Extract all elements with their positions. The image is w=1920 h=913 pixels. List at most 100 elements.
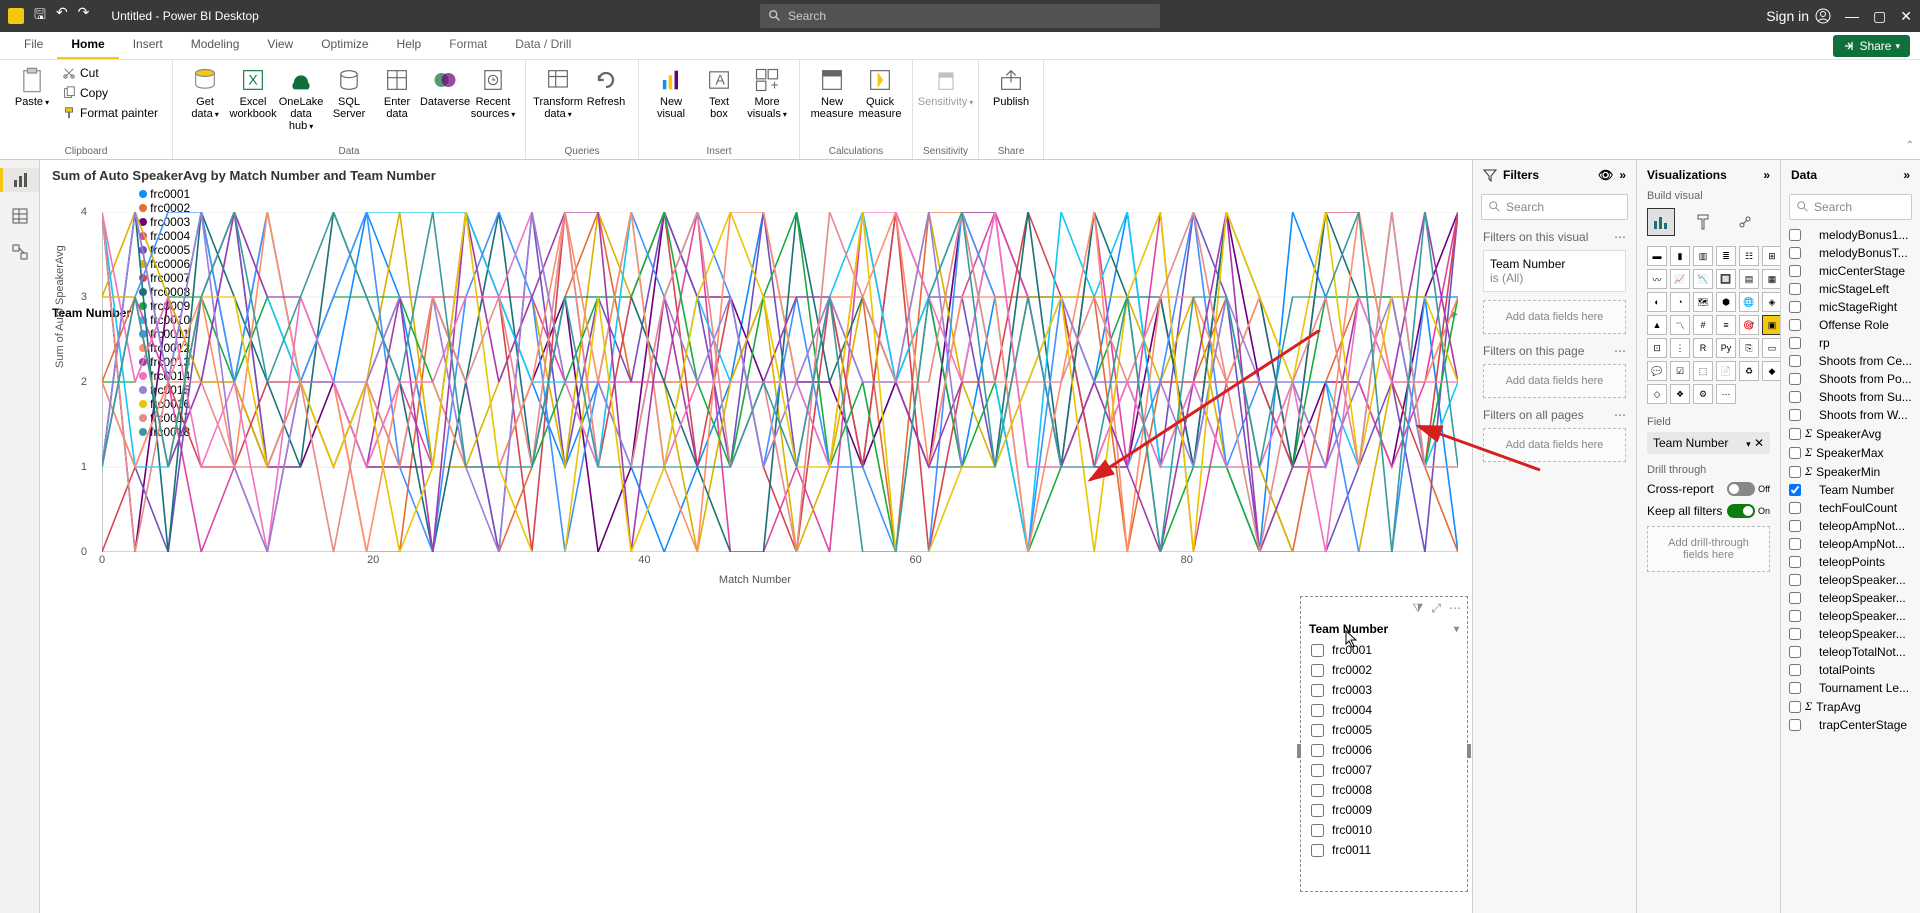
viz-type-icon[interactable]: ▣ [1762,315,1782,335]
share-button[interactable]: Share ▾ [1833,35,1910,57]
undo-icon[interactable]: ↶ [56,4,68,28]
data-field[interactable]: micCenterStage [1785,262,1916,280]
visual-filter-drop[interactable]: Add data fields here [1483,300,1626,334]
all-filter-drop[interactable]: Add data fields here [1483,428,1626,462]
sql-server-button[interactable]: SQL Server [327,64,371,144]
viz-type-icon[interactable]: ▦ [1762,269,1782,289]
field-well-team[interactable]: Team Number▾ ✕ [1647,432,1770,454]
slicer-item[interactable]: frc0008 [1309,780,1459,800]
redo-icon[interactable]: ↷ [78,4,90,28]
publish-button[interactable]: Publish [989,64,1033,144]
viz-type-icon[interactable]: ◆ [1762,361,1782,381]
data-search[interactable]: Search [1789,194,1912,220]
table-view-icon[interactable] [8,204,32,228]
data-field[interactable]: teleopTotalNot... [1785,643,1916,661]
cut-button[interactable]: Cut [58,64,162,82]
tab-datadrill[interactable]: Data / Drill [501,31,585,59]
data-field[interactable]: Tournament Le... [1785,679,1916,697]
data-field[interactable]: trapCenterStage [1785,716,1916,734]
viz-type-icon[interactable]: 💬 [1647,361,1667,381]
viz-type-icon[interactable]: 📉 [1693,269,1713,289]
model-view-icon[interactable] [8,240,32,264]
enter-data-button[interactable]: Enter data [375,64,419,144]
recent-sources-button[interactable]: Recent sources [471,64,515,144]
viz-type-icon[interactable]: ▭ [1762,338,1782,358]
excel-button[interactable]: XExcel workbook [231,64,275,144]
quick-measure-button[interactable]: Quick measure [858,64,902,144]
slicer-filter-icon[interactable]: ⧩ [1413,601,1424,616]
viz-type-icon[interactable]: ⋯ [1716,384,1736,404]
data-field[interactable]: micStageRight [1785,298,1916,316]
legend-item[interactable]: frc0001 [139,187,190,201]
data-field[interactable]: Shoots from Po... [1785,370,1916,388]
data-field[interactable]: totalPoints [1785,661,1916,679]
viz-type-icon[interactable]: ◔ [1670,292,1690,312]
maximize-icon[interactable]: ▢ [1873,8,1886,25]
data-field[interactable]: teleopAmpNot... [1785,535,1916,553]
viz-type-icon[interactable]: ⎘ [1739,338,1759,358]
ribbon-collapse-icon[interactable]: ⌃ [1906,140,1914,151]
filter-card-team[interactable]: Team Numberis (All) [1483,250,1626,292]
tab-help[interactable]: Help [383,31,436,59]
save-icon[interactable]: 🖫 [34,4,46,28]
global-search[interactable]: Search [760,4,1160,28]
slicer-item[interactable]: frc0011 [1309,840,1459,860]
data-field[interactable]: Shoots from Ce... [1785,352,1916,370]
analytics-tab-icon[interactable] [1731,208,1759,236]
data-field[interactable]: ΣSpeakerMax [1785,443,1916,462]
viz-type-icon[interactable]: ⚙ [1693,384,1713,404]
viz-type-icon[interactable]: ▥ [1693,246,1713,266]
slicer-more-icon[interactable]: ⋯ [1449,601,1461,616]
collapse-icon[interactable]: » [1763,168,1770,182]
data-field[interactable]: teleopPoints [1785,553,1916,571]
copy-button[interactable]: Copy [58,84,162,102]
viz-type-icon[interactable]: ⬢ [1716,292,1736,312]
line-chart-visual[interactable]: Sum of Auto SpeakerAvg by Match Number a… [42,162,1468,590]
viz-type-icon[interactable]: ▤ [1739,269,1759,289]
data-field[interactable]: ΣSpeakerMin [1785,462,1916,481]
slicer-item[interactable]: frc0003 [1309,680,1459,700]
onelake-button[interactable]: OneLake data hub [279,64,323,144]
data-field[interactable]: Offense Role [1785,316,1916,334]
viz-type-icon[interactable]: R [1693,338,1713,358]
data-field[interactable]: ΣSpeakerAvg [1785,424,1916,443]
refresh-button[interactable]: Refresh [584,64,628,144]
cross-report-toggle[interactable] [1727,482,1755,496]
slicer-item[interactable]: frc0006 [1309,740,1459,760]
slicer-item[interactable]: frc0001 [1309,640,1459,660]
signin-button[interactable]: Sign in [1766,8,1831,24]
data-field[interactable]: Shoots from Su... [1785,388,1916,406]
viz-type-icon[interactable]: ▬ [1647,246,1667,266]
more-visuals-button[interactable]: +More visuals [745,64,789,144]
viz-type-icon[interactable]: ☑ [1670,361,1690,381]
collapse-icon[interactable]: » [1903,168,1910,182]
tab-home[interactable]: Home [57,31,118,59]
slicer-item[interactable]: frc0007 [1309,760,1459,780]
data-field[interactable]: melodyBonus1... [1785,226,1916,244]
tab-format[interactable]: Format [435,31,501,59]
text-box-button[interactable]: AText box [697,64,741,144]
new-measure-button[interactable]: New measure [810,64,854,144]
paste-button[interactable]: Paste [10,64,54,144]
viz-type-icon[interactable]: ◐ [1647,292,1667,312]
viz-type-icon[interactable]: 🔲 [1716,269,1736,289]
viz-type-icon[interactable]: ⊞ [1762,246,1782,266]
tab-optimize[interactable]: Optimize [307,31,382,59]
transform-data-button[interactable]: Transform data [536,64,580,144]
slicer-item[interactable]: frc0002 [1309,660,1459,680]
data-field[interactable]: rp [1785,334,1916,352]
drillthrough-drop[interactable]: Add drill-through fields here [1647,526,1770,572]
collapse-icon[interactable]: » [1619,168,1626,182]
viz-type-icon[interactable]: 🌐 [1739,292,1759,312]
tab-view[interactable]: View [253,31,307,59]
slicer-item[interactable]: frc0010 [1309,820,1459,840]
new-visual-button[interactable]: New visual [649,64,693,144]
viz-type-icon[interactable]: 🎯 [1739,315,1759,335]
tab-insert[interactable]: Insert [119,31,177,59]
data-field[interactable]: melodyBonusT... [1785,244,1916,262]
slicer-visual[interactable]: ⧩ ⤢ ⋯ Team Number▾ frc0001frc0002frc0003… [1300,596,1468,892]
viz-type-icon[interactable]: ♻ [1739,361,1759,381]
slicer-focus-icon[interactable]: ⤢ [1431,601,1441,616]
viz-type-icon[interactable]: ⊡ [1647,338,1667,358]
viz-type-icon[interactable]: ⋮ [1670,338,1690,358]
